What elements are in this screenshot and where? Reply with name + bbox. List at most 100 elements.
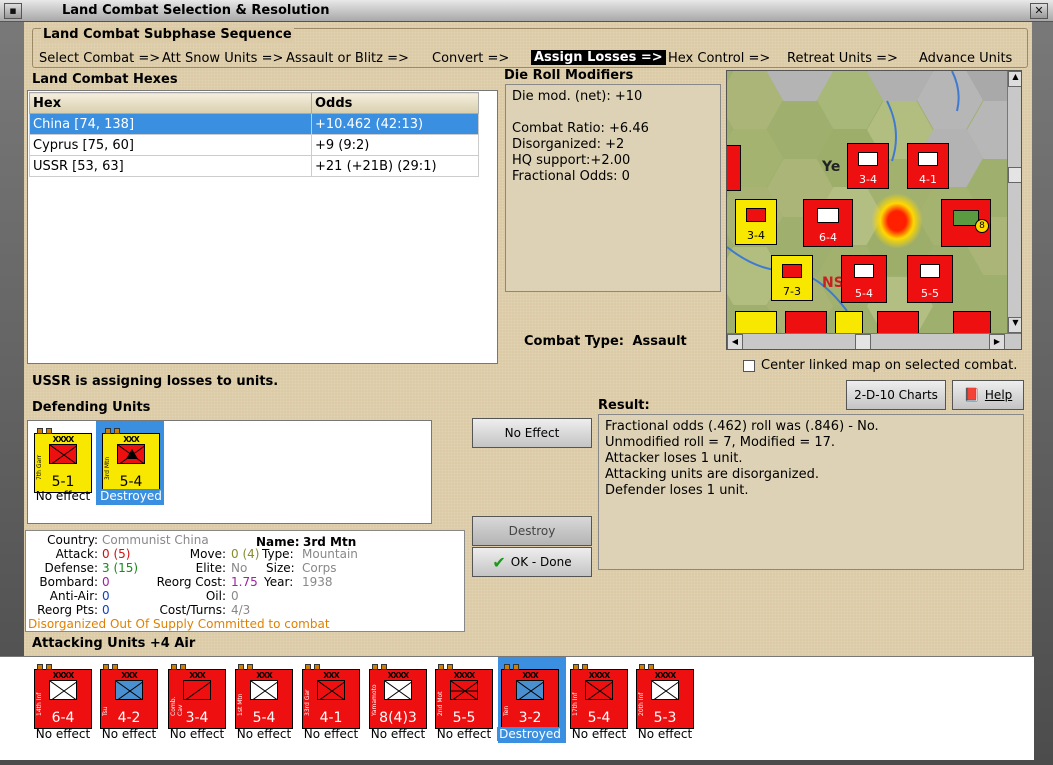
map-horizontal-scrollbar[interactable]: ◀ ▶ xyxy=(727,333,1021,349)
hexes-list: Hex Odds China [74, 138] +10.462 (42:13)… xyxy=(27,90,498,364)
defending-unit-counter[interactable]: XXXX 7th Garr 5-1 xyxy=(34,428,92,493)
center-map-option[interactable]: Center linked map on selected combat. xyxy=(743,358,1017,373)
attacking-unit-counter[interactable]: XXXX 20th Inf 5-3 xyxy=(636,664,694,729)
garrison-unit-icon xyxy=(585,680,613,700)
attacking-unit-counter[interactable]: XXX 1st Mtn 5-4 xyxy=(235,664,293,729)
attacking-unit-counter[interactable]: XXXX 17th Inf 5-4 xyxy=(570,664,628,729)
die-mod-line: Fractional Odds: 0 xyxy=(512,169,630,184)
cost-value: 4/3 xyxy=(231,603,251,617)
table-row[interactable]: USSR [53, 63] +21 (+21B) (29:1) xyxy=(29,155,479,177)
system-menu-icon[interactable]: ▪ xyxy=(4,3,22,19)
map-counter[interactable]: 3-4 xyxy=(847,143,889,189)
infantry-unit-icon xyxy=(250,680,278,700)
unit-status: No effect xyxy=(637,727,693,741)
antiair-label: Anti-Air: xyxy=(49,589,98,603)
no-effect-button[interactable]: No Effect xyxy=(472,418,592,448)
unit-size: XXX xyxy=(323,671,339,680)
column-odds[interactable]: Odds xyxy=(311,92,479,114)
attacking-unit-counter[interactable]: XXX Tsu 4-2 xyxy=(100,664,158,729)
book-icon: 📕 xyxy=(963,387,980,403)
unit-size: XXX xyxy=(189,671,205,680)
hexes-header-row: Hex Odds xyxy=(29,92,479,114)
map-counter[interactable]: 5-4 xyxy=(841,255,887,303)
result-line: Attacking units are disorganized. xyxy=(605,467,819,482)
charts-button[interactable]: 2-D-10 Charts xyxy=(846,380,946,410)
marine-unit-icon xyxy=(516,680,544,700)
center-map-checkbox[interactable] xyxy=(743,359,755,372)
hex-cell: USSR [53, 63] xyxy=(29,155,312,177)
map-counter[interactable]: 7-3 xyxy=(771,255,813,301)
attacking-unit-counter[interactable]: XXXX 2nd Mot 5-5 xyxy=(435,664,493,729)
help-button-label: Help xyxy=(984,388,1013,402)
map-counter[interactable]: 5-5 xyxy=(907,255,953,303)
defense-label: Defense: xyxy=(44,561,98,575)
linked-map[interactable]: Ye NS 3-4 4-1 3-4 6-4 8 7-3 5-4 5-5 ▲ ▼ … xyxy=(726,70,1022,350)
scroll-down-icon[interactable]: ▼ xyxy=(1008,317,1021,333)
map-counter[interactable]: 3-4 xyxy=(735,199,777,245)
reorg-label: Reorg Pts: xyxy=(37,603,98,617)
die-mod-line: Die mod. (net): +10 xyxy=(512,89,643,104)
marine-unit-icon xyxy=(115,680,143,700)
help-button[interactable]: 📕 Help xyxy=(952,380,1024,410)
checkmark-icon: ✔ xyxy=(492,552,506,572)
scroll-thumb[interactable] xyxy=(1008,167,1021,183)
column-hex[interactable]: Hex xyxy=(29,92,312,114)
hex-cell: Cyprus [75, 60] xyxy=(29,134,312,156)
destroy-button[interactable]: Destroy xyxy=(472,516,592,546)
defending-unit-counter[interactable]: XXX 3rd Mtn 5-4 xyxy=(102,428,160,493)
result-line: Defender loses 1 unit. xyxy=(605,483,749,498)
die-modifiers-box: Die mod. (net): +10 Combat Ratio: +6.46 … xyxy=(505,84,721,292)
status-out-of-supply: Out Of Supply xyxy=(109,617,194,631)
scroll-thumb[interactable] xyxy=(855,334,871,349)
ok-done-button[interactable]: ✔ OK - Done xyxy=(472,547,592,577)
die-mod-line xyxy=(512,105,714,121)
charts-button-label: 2-D-10 Charts xyxy=(854,388,938,402)
scroll-left-icon[interactable]: ◀ xyxy=(727,334,743,349)
unit-strength: 6-4 xyxy=(51,710,75,726)
unit-status: Destroyed xyxy=(497,727,563,741)
map-vertical-scrollbar[interactable]: ▲ ▼ xyxy=(1007,71,1021,333)
scroll-right-icon[interactable]: ▶ xyxy=(989,334,1005,349)
attacking-units-list: XXXX 14th Inf 6-4 No effect XXX Tsu 4-2 No effe… xyxy=(0,656,1034,760)
attacking-unit-counter[interactable]: XXX Ten 3-2 xyxy=(501,664,559,729)
unit-status-line: Disorganized Out Of Supply Committed to … xyxy=(28,617,330,632)
table-row[interactable]: China [74, 138] +10.462 (42:13) xyxy=(29,113,479,135)
oil-value: 0 xyxy=(231,589,239,603)
unit-status: No effect xyxy=(35,727,91,741)
unit-status: No effect xyxy=(236,727,292,741)
center-map-label: Center linked map on selected combat. xyxy=(761,358,1018,373)
map-counter-strength: 3-4 xyxy=(747,229,765,242)
attacking-unit-counter[interactable]: XXXX Yamamoto 8(4)3 xyxy=(369,664,427,729)
country-value: Communist China xyxy=(102,533,209,547)
motorized-unit-icon xyxy=(450,680,478,700)
scroll-up-icon[interactable]: ▲ xyxy=(1008,71,1021,87)
attacking-header: Attacking Units +4 Air xyxy=(32,636,196,651)
combat-explosion-icon xyxy=(871,193,923,249)
attacking-unit-counter[interactable]: XXXX 14th Inf 6-4 xyxy=(34,664,92,729)
combat-type-label: Combat Type: xyxy=(524,334,624,349)
unit-status: No effect xyxy=(571,727,627,741)
unit-size: XXX xyxy=(522,671,538,680)
ok-done-label: OK - Done xyxy=(510,555,572,569)
hex-cell: China [74, 138] xyxy=(29,113,312,135)
unit-strength: 4-1 xyxy=(319,710,343,726)
map-counter[interactable]: 4-1 xyxy=(907,143,949,189)
unit-size: XXXX xyxy=(654,671,677,680)
reorg-cost-label: Reorg Cost: xyxy=(156,575,226,589)
map-counter[interactable] xyxy=(727,145,741,191)
die-mod-line: Combat Ratio: +6.46 xyxy=(512,121,649,136)
map-counter[interactable]: 6-4 xyxy=(803,199,853,247)
defense-value: 3 (15) xyxy=(102,561,139,575)
table-row[interactable]: Cyprus [75, 60] +9 (9:2) xyxy=(29,134,479,156)
type-value: Mountain xyxy=(302,547,358,561)
unit-status: No effect xyxy=(101,727,157,741)
step-hex-control: Hex Control => xyxy=(668,51,771,66)
defending-header: Defending Units xyxy=(32,400,151,415)
unit-size: XXXX xyxy=(52,435,75,444)
attacking-unit-counter[interactable]: XXX 33rd Gar 4-1 xyxy=(302,664,360,729)
unit-strength: 5-4 xyxy=(252,710,276,726)
map-counter-strength: 3-4 xyxy=(859,173,877,186)
odds-cell: +9 (9:2) xyxy=(311,134,479,156)
close-icon[interactable]: ✕ xyxy=(1030,3,1048,19)
attacking-unit-counter[interactable]: XXX Comb. Cav 3-4 xyxy=(168,664,226,729)
